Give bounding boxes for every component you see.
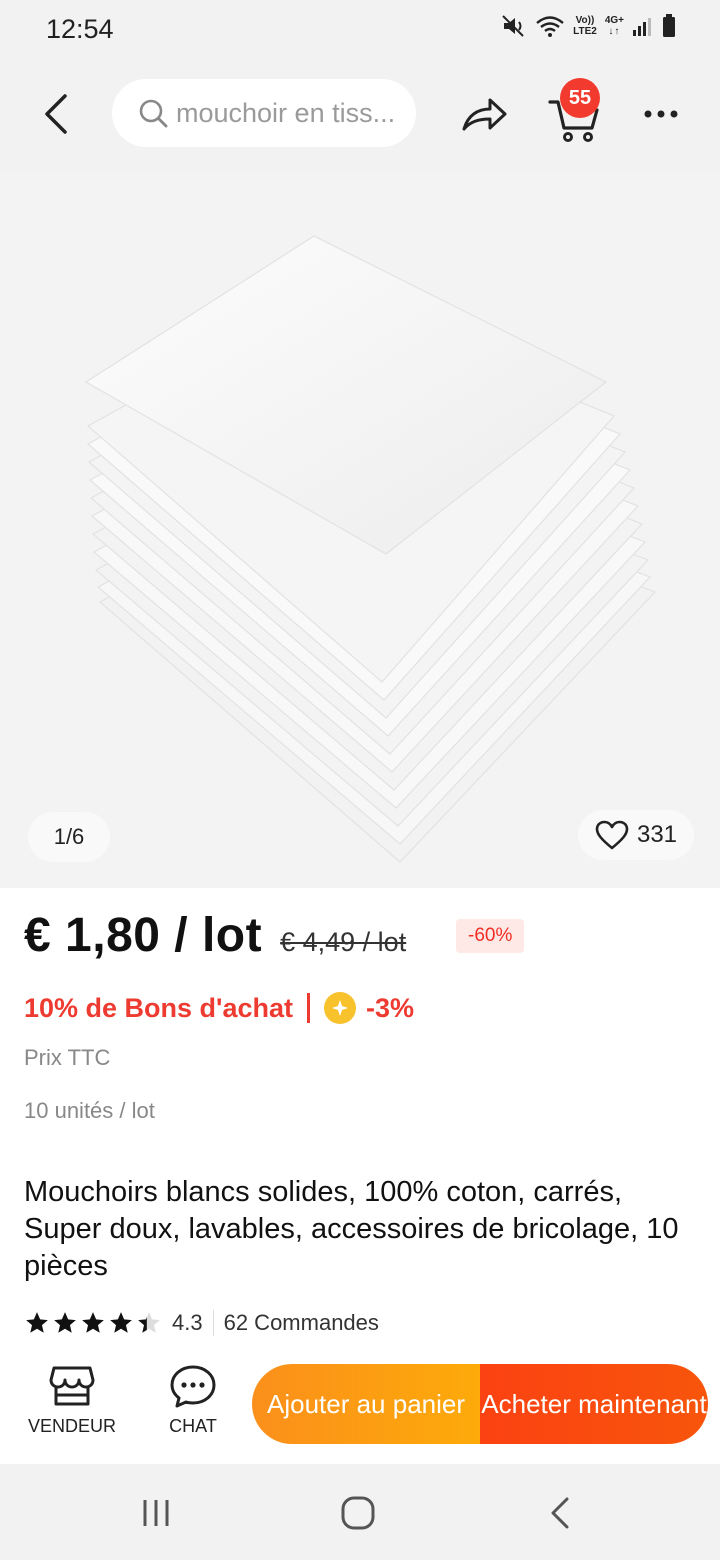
mute-icon (502, 15, 524, 37)
product-title: Mouchoirs blancs solides, 100% coton, ca… (24, 1176, 679, 1282)
back-arrow-icon (45, 94, 67, 134)
recent-apps-button[interactable] (126, 1488, 186, 1538)
more-button[interactable] (636, 94, 686, 134)
coupon-label: 10% de Bons d'achat (24, 992, 293, 1023)
share-button[interactable] (456, 90, 512, 140)
heart-icon (595, 820, 629, 850)
discount-badge: -60% (456, 919, 525, 953)
star-icon (110, 1312, 132, 1333)
status-time: 12:54 (46, 14, 114, 44)
status-bar: 12:54 Vo)) LTE2 4G+ ↓↑ (0, 0, 720, 62)
rating-row[interactable]: 4.3 62 Commandes (24, 1310, 379, 1336)
network-type: 4G+ (604, 15, 624, 26)
wifi-icon (536, 16, 564, 37)
home-icon (341, 1496, 375, 1530)
cart-button[interactable]: 55 (546, 78, 608, 144)
favorite-count: 331 (636, 821, 678, 848)
share-icon (462, 98, 507, 131)
network-lte: LTE2 (573, 26, 597, 37)
coupon-divider (307, 993, 310, 1023)
system-back-button[interactable] (530, 1488, 590, 1538)
star-rating (24, 1310, 162, 1336)
status-icons: Vo)) LTE2 4G+ ↓↑ (501, 14, 676, 38)
network-label: Vo)) LTE2 (573, 15, 597, 37)
network-type-label: 4G+ ↓↑ (604, 15, 624, 37)
unit-note: 10 unités / lot (24, 1098, 155, 1123)
signal-icon (633, 18, 651, 36)
search-input[interactable]: mouchoir en tiss... (176, 98, 395, 129)
add-to-cart-button[interactable]: Ajouter au panier (252, 1364, 480, 1444)
home-button[interactable] (328, 1488, 388, 1538)
rating-divider (212, 1310, 214, 1336)
star-icon (54, 1312, 76, 1333)
back-button[interactable] (30, 86, 82, 142)
coin-discount: -3% (366, 992, 415, 1023)
buy-now-button[interactable]: Acheter maintenant (480, 1364, 708, 1444)
cart-count-badge: 55 (560, 78, 600, 118)
vendor-label: VENDEUR (27, 1416, 116, 1436)
chat-button[interactable]: CHAT (148, 1364, 238, 1448)
rating-value: 4.3 (172, 1310, 203, 1335)
tax-note: Prix TTC (24, 1045, 111, 1070)
bottom-action-bar: VENDEUR CHAT Ajouter au panier Acheter m… (0, 1352, 720, 1464)
chevron-left-icon (551, 1497, 569, 1529)
product-image-gallery[interactable]: 1/6 331 (0, 172, 720, 888)
coin-icon (324, 992, 356, 1024)
recent-apps-icon (143, 1500, 169, 1526)
original-price: € 4,49 / lot (280, 927, 407, 957)
search-bar[interactable]: mouchoir en tiss... (112, 79, 416, 147)
image-counter: 1/6 (28, 812, 110, 862)
search-icon (139, 99, 168, 128)
system-navigation-bar (0, 1464, 720, 1560)
partial-star-icon (138, 1312, 160, 1333)
chat-label: CHAT (169, 1416, 217, 1436)
chat-icon (170, 1365, 216, 1408)
network-volte: Vo)) (575, 15, 595, 26)
battery-icon (663, 14, 675, 37)
favorite-button[interactable]: 331 (578, 810, 694, 860)
store-icon (49, 1366, 95, 1406)
star-icon (82, 1312, 104, 1333)
price-row: € 1,80 / lot € 4,49 / lot (24, 908, 406, 963)
more-icon (644, 110, 678, 118)
top-nav: mouchoir en tiss... 55 (0, 62, 720, 172)
vendor-button[interactable]: VENDEUR (22, 1364, 122, 1448)
star-icon (26, 1312, 48, 1333)
coupon-row[interactable]: 10% de Bons d'achat -3% (24, 992, 414, 1024)
product-image (84, 235, 657, 863)
current-price: € 1,80 / lot (24, 909, 263, 962)
orders-count: 62 Commandes (223, 1310, 379, 1335)
